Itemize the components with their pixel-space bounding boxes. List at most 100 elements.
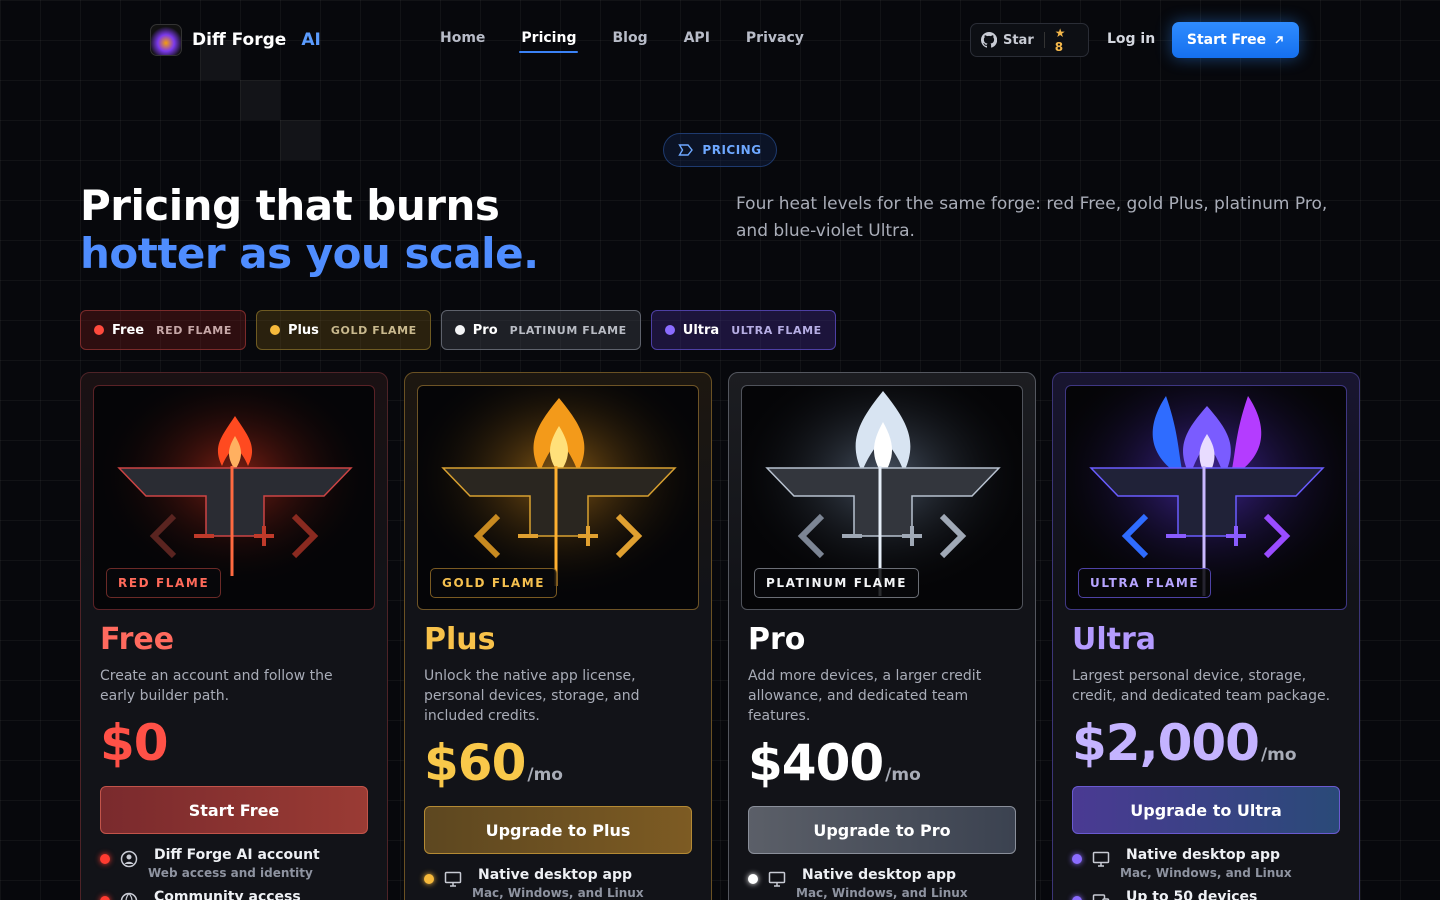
feature-title: Native desktop app bbox=[478, 867, 633, 883]
red-dot-icon bbox=[94, 325, 104, 335]
price-amount: $60 bbox=[424, 734, 526, 792]
price-amount: $0 bbox=[100, 714, 169, 772]
anvil-logo-icon bbox=[150, 24, 182, 56]
feature-title: Diff Forge AI account bbox=[154, 847, 320, 863]
chip-plus[interactable]: Plus GOLD FLAME bbox=[255, 310, 431, 350]
github-star-button[interactable]: Star ★ 8 bbox=[970, 23, 1089, 57]
feature-sub: Mac, Windows, and Linux bbox=[796, 886, 968, 900]
feature-sub: Web access and identity bbox=[148, 866, 313, 880]
pixel-decoration bbox=[240, 80, 280, 120]
pricing-badge: PRICING bbox=[663, 133, 777, 167]
feature-sub: Mac, Windows, and Linux bbox=[472, 886, 644, 900]
star-count: ★ 8 bbox=[1054, 26, 1066, 54]
feature-item: Native desktop app Mac, Windows, and Linu… bbox=[1072, 846, 1340, 882]
platinum-dot-icon bbox=[454, 325, 465, 335]
plan-description: Unlock the native app license, personal … bbox=[424, 668, 640, 724]
brand-logo[interactable]: Diff Forge AI bbox=[150, 24, 321, 56]
anvil-platinum-flame-illustration: PLATINUM FLAME bbox=[741, 385, 1023, 610]
ultra-dot-icon bbox=[664, 325, 675, 335]
plan-name: Pro bbox=[748, 622, 806, 657]
anvil-gold-flame-illustration: GOLD FLAME bbox=[417, 385, 699, 610]
chip-name: Free bbox=[112, 322, 145, 338]
bullet-dot-icon bbox=[748, 874, 758, 884]
feature-item: Diff Forge AI account Web access and iden… bbox=[100, 846, 368, 882]
chip-sub: RED FLAME bbox=[156, 323, 232, 337]
site-header: Diff Forge AI Home Pricing Blog API Priva… bbox=[0, 0, 1440, 80]
brand-ai: AI bbox=[301, 30, 321, 50]
nav-privacy[interactable]: Privacy bbox=[746, 30, 804, 46]
chip-pro[interactable]: Pro PLATINUM FLAME bbox=[440, 310, 641, 350]
bullet-dot-icon bbox=[100, 896, 110, 900]
monitor-icon bbox=[768, 871, 786, 887]
divider bbox=[1043, 32, 1045, 48]
chip-sub: GOLD FLAME bbox=[330, 323, 417, 337]
flame-label: GOLD FLAME bbox=[430, 568, 558, 598]
plan-name: Free bbox=[100, 622, 175, 657]
anvil-red-flame-illustration: RED FLAME bbox=[93, 385, 375, 610]
chip-sub: ULTRA FLAME bbox=[731, 323, 822, 337]
nav-api[interactable]: API bbox=[684, 30, 710, 46]
start-free-header-button[interactable]: Start Free bbox=[1172, 22, 1299, 58]
feature-title: Native desktop app bbox=[1126, 847, 1281, 863]
feature-item: Up to 50 devices bbox=[1072, 888, 1340, 900]
star-label: Star bbox=[1002, 32, 1034, 48]
github-icon bbox=[981, 32, 997, 48]
feature-item: Native desktop app Mac, Windows, and Linu… bbox=[424, 866, 692, 900]
start-free-label: Start Free bbox=[1186, 32, 1267, 48]
main-nav: Home Pricing Blog API Privacy bbox=[440, 30, 804, 53]
monitor-icon bbox=[444, 871, 462, 887]
globe-icon bbox=[120, 892, 138, 900]
feature-sub: Mac, Windows, and Linux bbox=[1120, 866, 1292, 880]
price-period: /mo bbox=[527, 765, 563, 785]
start-free-button[interactable]: Start Free bbox=[100, 786, 368, 834]
nav-pricing[interactable]: Pricing bbox=[519, 30, 579, 53]
upgrade-pro-button[interactable]: Upgrade to Pro bbox=[748, 806, 1016, 854]
nav-blog[interactable]: Blog bbox=[612, 30, 647, 46]
chip-name: Ultra bbox=[682, 322, 720, 338]
chip-free[interactable]: Free RED FLAME bbox=[80, 310, 246, 350]
plan-description: Add more devices, a larger credit allowa… bbox=[748, 668, 982, 724]
title-line-1: Pricing that burns bbox=[80, 181, 500, 230]
chip-sub: PLATINUM FLAME bbox=[509, 323, 627, 337]
badge-label: PRICING bbox=[702, 143, 762, 157]
bullet-dot-icon bbox=[100, 854, 110, 864]
user-circle-icon bbox=[120, 850, 138, 868]
feature-item: Community access bbox=[100, 888, 368, 900]
monitor-icon bbox=[1092, 851, 1110, 867]
bullet-dot-icon bbox=[424, 874, 434, 884]
hero-description: Four heat levels for the same forge: red… bbox=[736, 194, 1328, 241]
devices-icon bbox=[1092, 894, 1110, 900]
login-link[interactable]: Log in bbox=[1107, 31, 1155, 47]
plan-name: Plus bbox=[424, 622, 496, 657]
anvil-ultra-flame-illustration: ULTRA FLAME bbox=[1065, 385, 1347, 610]
plan-description: Largest personal device, storage, credit… bbox=[1072, 668, 1331, 704]
plan-card-ultra: ULTRA FLAME Ultra Largest personal devic… bbox=[1052, 372, 1360, 900]
price-amount: $2,000 bbox=[1072, 714, 1260, 772]
feature-item: Native desktop app Mac, Windows, and Linu… bbox=[748, 866, 1016, 900]
flame-label: RED FLAME bbox=[106, 568, 222, 598]
page-title: Pricing that burns hotter as you scale. bbox=[80, 182, 539, 278]
brand-name: Diff Forge bbox=[192, 30, 287, 50]
chip-name: Pro bbox=[472, 322, 498, 338]
plan-card-pro: PLATINUM FLAME Pro Add more devices, a l… bbox=[728, 372, 1036, 900]
chip-ultra[interactable]: Ultra ULTRA FLAME bbox=[650, 310, 836, 350]
plan-price: $2,000/mo bbox=[1072, 712, 1340, 774]
flame-label: ULTRA FLAME bbox=[1078, 568, 1212, 598]
feature-title: Up to 50 devices bbox=[1126, 889, 1258, 900]
plan-name: Ultra bbox=[1072, 622, 1157, 657]
plan-price: $400/mo bbox=[748, 732, 1016, 794]
nav-home[interactable]: Home bbox=[440, 30, 485, 46]
tag-icon bbox=[678, 144, 694, 156]
plan-card-plus: GOLD FLAME Plus Unlock the native app li… bbox=[404, 372, 712, 900]
upgrade-ultra-button[interactable]: Upgrade to Ultra bbox=[1072, 786, 1340, 834]
title-line-2: hotter as you scale. bbox=[80, 229, 539, 278]
arrow-up-right-icon bbox=[1275, 36, 1283, 44]
plan-price: $0 bbox=[100, 712, 368, 774]
bullet-dot-icon bbox=[1072, 854, 1082, 864]
tier-chips: Free RED FLAME Plus GOLD FLAME Pro PLATINUM… bbox=[80, 310, 836, 350]
pixel-decoration bbox=[280, 120, 320, 160]
price-period: /mo bbox=[1260, 745, 1297, 765]
upgrade-plus-button[interactable]: Upgrade to Plus bbox=[424, 806, 692, 854]
gold-dot-icon bbox=[269, 325, 280, 335]
feature-title: Community access bbox=[154, 889, 301, 900]
